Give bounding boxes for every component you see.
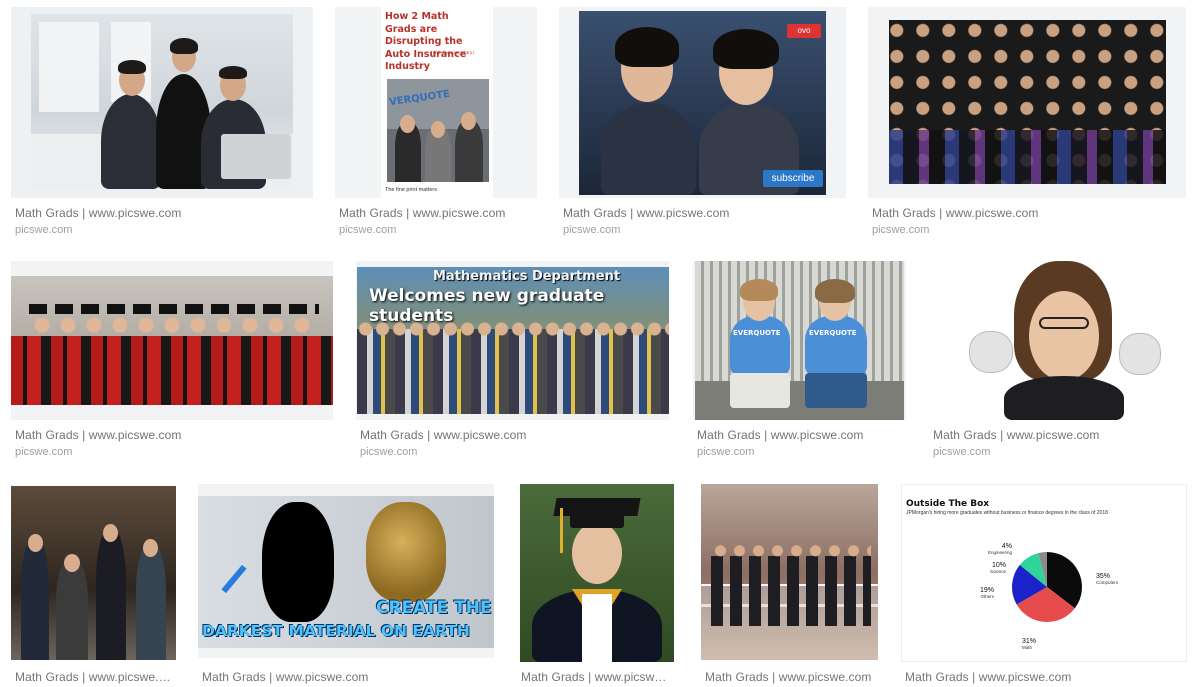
pie-label-name: Others [980, 594, 994, 599]
result-thumbnail[interactable] [520, 484, 674, 662]
subscribe-button: subscribe [763, 170, 823, 187]
office-photo [31, 14, 293, 189]
graduates-crowd-photo [889, 20, 1166, 184]
everquote-founders-photo: EVERQUOTE EVERQUOTE [695, 261, 904, 420]
stressed-woman-photo [929, 261, 1187, 420]
magazine-headline: How 2 Math Grads are Disrupting the Auto… [385, 11, 467, 72]
result-title[interactable]: Math Grads | www.picswe.com [563, 206, 843, 220]
result-title[interactable]: Math Grads | www.picswe.com [202, 670, 492, 684]
result-thumbnail[interactable] [701, 484, 878, 660]
result-title[interactable]: Math Grads | www.picswe.com [905, 670, 1185, 684]
result-thumbnail[interactable] [11, 486, 176, 660]
darkest-material-thumbnail: CREATE THE DARKEST MATERIAL ON EARTH [198, 496, 494, 648]
video-still: ovo subscribe [579, 11, 826, 195]
result-title[interactable]: Math Grads | www.picswe.com [933, 428, 1183, 442]
result-thumbnail[interactable] [868, 7, 1186, 198]
result-thumbnail[interactable] [11, 7, 313, 198]
result-source: picswe.com [15, 446, 73, 458]
result-source: picswe.com [933, 446, 991, 458]
thumbnail-caption-line1: CREATE THE [376, 598, 492, 618]
channel-logo: ovo [787, 24, 821, 38]
graduate-portrait-photo [520, 484, 674, 662]
result-source: picswe.com [15, 224, 73, 236]
pie-label-name: Math [1022, 645, 1033, 650]
dept-label: Mathematics Department [433, 269, 621, 284]
pie-chart: 4%Engineering 10%Science 19%Others 35%Compu… [980, 543, 1119, 650]
result-thumbnail[interactable]: CREATE THE DARKEST MATERIAL ON EARTH [198, 484, 494, 658]
pie-chart-image: Outside The Box JPMorgan's hiring more g… [902, 485, 1186, 661]
result-thumbnail[interactable] [929, 261, 1187, 420]
math-department-photo: Mathematics Department Welcomes new grad… [357, 267, 669, 414]
result-thumbnail[interactable]: Outside The Box JPMorgan's hiring more g… [901, 484, 1187, 662]
result-thumbnail[interactable]: How 2 Math Grads are Disrupting the Auto… [335, 7, 537, 198]
magazine-aside: (With their secretary) [431, 50, 474, 55]
pie-label-pct: 31% [1022, 638, 1036, 645]
result-title[interactable]: Math Grads | www.picswe.com [15, 428, 325, 442]
result-title[interactable]: Math Grads | www.picswe.com [705, 670, 875, 684]
result-title[interactable]: Math Grads | www.picswe.com [339, 206, 534, 220]
magazine-footer: The fine print matters [385, 187, 437, 193]
result-thumbnail[interactable]: EVERQUOTE EVERQUOTE [693, 261, 906, 420]
pie-label-name: Computers [1096, 580, 1119, 585]
result-thumbnail[interactable]: Mathematics Department Welcomes new grad… [356, 261, 669, 420]
result-title[interactable]: Math Grads | www.picswe.com [15, 206, 305, 220]
result-source: picswe.com [872, 224, 930, 236]
shirt-logo: EVERQUOTE [809, 329, 857, 337]
result-title[interactable]: Math Grads | www.picswe.com [872, 206, 1182, 220]
pie-label-name: Engineering [988, 550, 1013, 555]
magazine-page: How 2 Math Grads are Disrupting the Auto… [381, 7, 493, 198]
pie-label-name: Science [990, 569, 1007, 574]
result-thumbnail[interactable]: ovo subscribe [559, 7, 846, 198]
pie-label-pct: 35% [1096, 573, 1110, 580]
result-title[interactable]: Math Grads | www.picswe.com [360, 428, 665, 442]
pie-label-pct: 4% [1002, 543, 1012, 550]
result-title[interactable]: Math Grads | www.picswe.com [697, 428, 902, 442]
result-thumbnail[interactable] [11, 261, 333, 420]
result-title[interactable]: Math Grads | www.picswe.c... [15, 670, 173, 684]
result-title[interactable]: Math Grads | www.picswe.c... [521, 670, 673, 684]
result-source: picswe.com [339, 224, 397, 236]
faculty-robes-photo [11, 276, 333, 405]
result-source: picswe.com [697, 446, 755, 458]
result-source: picswe.com [360, 446, 418, 458]
team-staircase-photo [701, 484, 878, 660]
pie-label-pct: 19% [980, 587, 994, 594]
result-source: picswe.com [563, 224, 621, 236]
shirt-logo: EVERQUOTE [733, 329, 781, 337]
students-steps-photo [11, 486, 176, 660]
thumbnail-caption-line2: DARKEST MATERIAL ON EARTH [202, 622, 470, 640]
pie-label-pct: 10% [992, 562, 1006, 569]
